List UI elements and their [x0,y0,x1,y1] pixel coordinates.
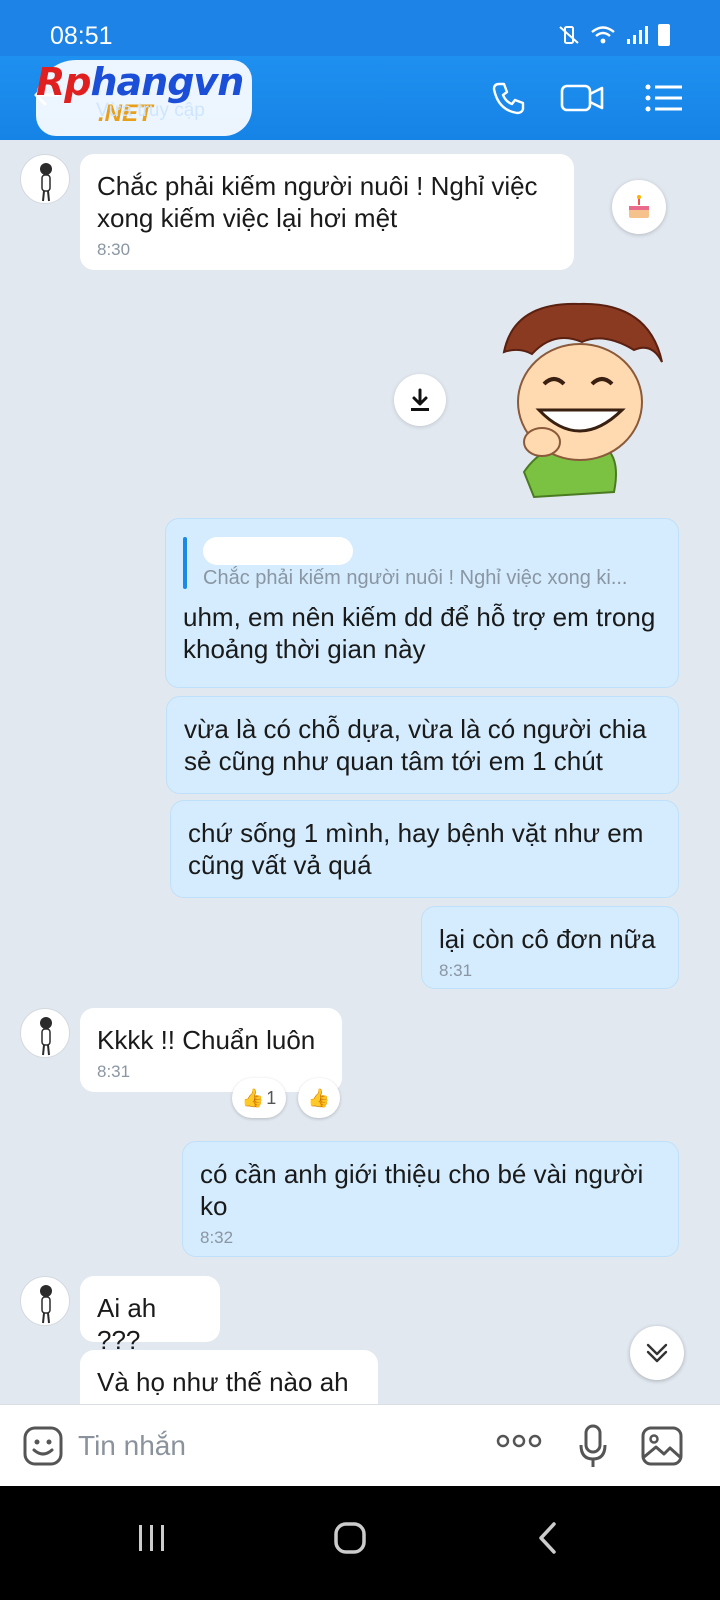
birthday-button[interactable] [612,180,666,234]
phone-icon [492,82,525,115]
recent-apps-button[interactable] [122,1508,182,1568]
message-bubble-outgoing[interactable]: chứ sống 1 mình, hay bệnh vặt như em cũn… [170,800,679,898]
message-text: Kkkk !! Chuẩn luôn [97,1025,316,1055]
home-icon [334,1522,366,1554]
battery-icon [658,24,670,46]
reply-quote[interactable]: Chắc phải kiếm người nuôi ! Nghỉ việc xo… [183,537,661,591]
chat-area[interactable]: Chắc phải kiếm người nuôi ! Nghỉ việc xo… [0,140,720,1404]
contact-avatar[interactable] [20,1276,70,1326]
reaction-count: 1 [266,1087,277,1108]
message-composer [0,1404,720,1486]
message-text: chứ sống 1 mình, hay bệnh vặt như em cũn… [188,818,644,880]
message-bubble-outgoing[interactable]: vừa là có chỗ dựa, vừa là có người chia … [166,696,679,794]
system-nav-bar [0,1486,720,1600]
message-time: 8:31 [97,1062,131,1081]
quote-sender-redacted [203,537,353,565]
status-icons [558,24,670,46]
video-camera-icon [560,84,604,112]
sticker-smiley-icon[interactable] [22,1425,64,1467]
scroll-to-bottom-button[interactable] [630,1326,684,1380]
download-icon [411,388,429,411]
message-input[interactable] [78,1421,458,1471]
message-text: uhm, em nên kiếm dd để hỗ trợ em trong k… [183,602,656,664]
list-menu-icon [645,84,682,112]
back-button[interactable] [518,1508,578,1568]
thumbs-up-icon: 👍 [241,1087,265,1108]
watermark-logo: Rphangvn .NET [36,60,252,136]
quote-text: Chắc phải kiếm người nuôi ! Nghỉ việc xo… [203,567,628,589]
quote-bar [183,537,187,589]
video-call-button[interactable] [558,74,606,122]
wifi-icon [591,26,615,44]
message-time: 8:31 [439,961,473,980]
message-text: Và họ như thế nào ah [97,1367,349,1397]
download-button[interactable] [394,374,446,426]
signal-icon [627,26,648,44]
contact-status: Vừa truy cập [96,100,205,121]
chevron-double-down-icon [646,1343,668,1363]
message-bubble-incoming[interactable]: Kkkk !! Chuẩn luôn 8:31 [80,1008,342,1092]
message-bubble-incoming[interactable]: Và họ như thế nào ah [80,1350,378,1404]
status-bar: 08:51 [0,0,720,56]
reaction-summary[interactable]: 👍 1 [232,1078,286,1118]
message-bubble-outgoing[interactable]: Chắc phải kiếm người nuôi ! Nghỉ việc xo… [165,518,679,688]
message-time: 8:30 [97,240,131,259]
message-text: Ai ah ??? [97,1293,157,1355]
home-button[interactable] [320,1508,380,1568]
birthday-cake-icon [629,195,649,218]
sticker-image[interactable] [484,292,670,502]
status-time: 08:51 [50,22,113,50]
message-text: lại còn cô đơn nữa [439,924,656,954]
menu-button[interactable] [640,74,688,122]
recent-apps-icon [139,1525,164,1551]
thumbs-up-icon: 👍 [307,1087,331,1108]
image-icon[interactable] [640,1425,684,1467]
microphone-icon[interactable] [578,1423,608,1469]
contact-avatar[interactable] [20,154,70,204]
contact-avatar[interactable] [20,1008,70,1058]
message-text: có cần anh giới thiệu cho bé vài người k… [200,1159,644,1221]
vibrate-mute-icon [559,26,579,44]
back-chevron-icon [539,1522,556,1554]
message-bubble-outgoing[interactable]: lại còn cô đơn nữa 8:31 [421,906,679,989]
more-dots-icon[interactable] [496,1433,542,1449]
message-bubble-incoming[interactable]: Chắc phải kiếm người nuôi ! Nghỉ việc xo… [80,154,574,270]
message-time: 8:32 [200,1228,234,1247]
message-text: Chắc phải kiếm người nuôi ! Nghỉ việc xo… [97,171,538,233]
message-bubble-outgoing[interactable]: có cần anh giới thiệu cho bé vài người k… [182,1141,679,1257]
add-reaction-button[interactable]: 👍 [298,1078,340,1118]
message-text: vừa là có chỗ dựa, vừa là có người chia … [184,714,647,776]
chat-header: Rphangvn .NET Vừa truy cập [0,56,720,140]
call-button[interactable] [484,74,532,122]
message-bubble-incoming[interactable]: Ai ah ??? [80,1276,220,1355]
